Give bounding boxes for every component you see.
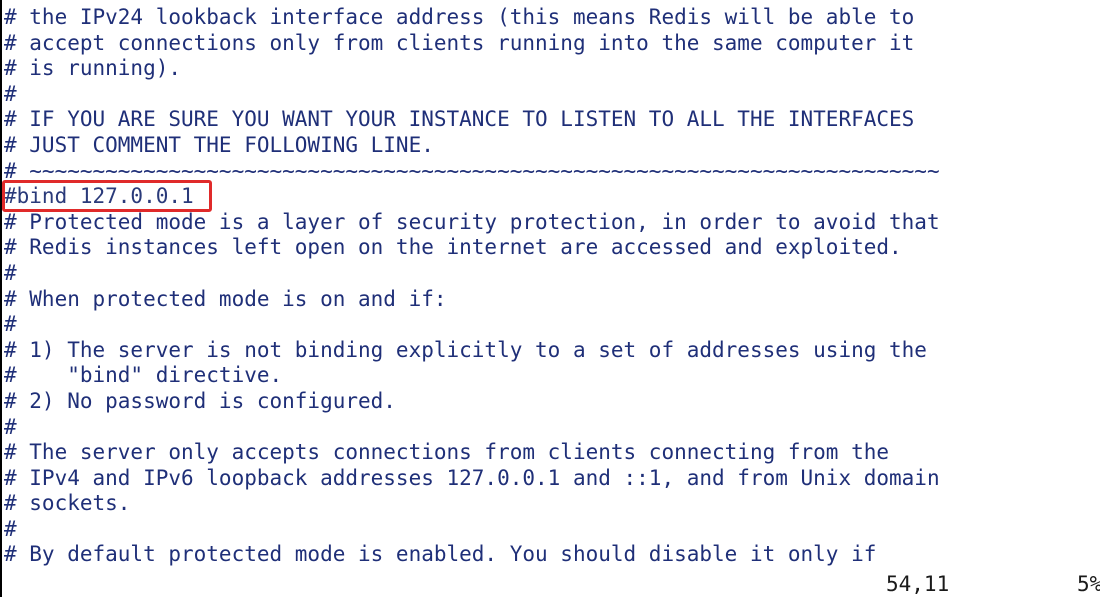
editor-line[interactable]: # When protected mode is on and if: xyxy=(4,287,940,313)
terminal-window[interactable]: # the IPv24 lookback interface address (… xyxy=(0,0,1100,597)
editor-line[interactable]: # IPv4 and IPv6 loopback addresses 127.0… xyxy=(4,466,940,492)
editor-line[interactable]: # the IPv24 lookback interface address (… xyxy=(4,5,940,31)
status-line: 54,11 5% xyxy=(2,571,1100,597)
editor-line[interactable]: # Redis instances left open on the inter… xyxy=(4,235,940,261)
editor-line[interactable]: # By default protected mode is enabled. … xyxy=(4,542,940,568)
editor-text-area[interactable]: # the IPv24 lookback interface address (… xyxy=(4,5,940,568)
editor-line[interactable]: # "bind" directive. xyxy=(4,363,940,389)
editor-line[interactable]: # Protected mode is a layer of security … xyxy=(4,210,940,236)
editor-line[interactable]: # 2) No password is configured. xyxy=(4,389,940,415)
editor-line[interactable]: # sockets. xyxy=(4,491,940,517)
editor-line[interactable]: # xyxy=(4,312,940,338)
editor-line-bind[interactable]: #bind 127.0.0.1 xyxy=(4,184,940,210)
editor-line[interactable]: # accept connections only from clients r… xyxy=(4,31,940,57)
editor-line[interactable]: # IF YOU ARE SURE YOU WANT YOUR INSTANCE… xyxy=(4,107,940,133)
editor-line[interactable]: # xyxy=(4,415,940,441)
editor-line[interactable]: # xyxy=(4,517,940,543)
editor-line[interactable]: # is running). xyxy=(4,56,940,82)
editor-line[interactable]: # JUST COMMENT THE FOLLOWING LINE. xyxy=(4,133,940,159)
editor-line[interactable]: # ~~~~~~~~~~~~~~~~~~~~~~~~~~~~~~~~~~~~~~… xyxy=(4,159,940,185)
editor-line[interactable]: # The server only accepts connections fr… xyxy=(4,440,940,466)
editor-line[interactable]: # xyxy=(4,261,940,287)
cursor-position: 54,11 xyxy=(886,572,950,596)
scroll-percent: 5% xyxy=(1077,572,1100,596)
editor-line[interactable]: # 1) The server is not binding explicitl… xyxy=(4,338,940,364)
editor-line[interactable]: # xyxy=(4,82,940,108)
